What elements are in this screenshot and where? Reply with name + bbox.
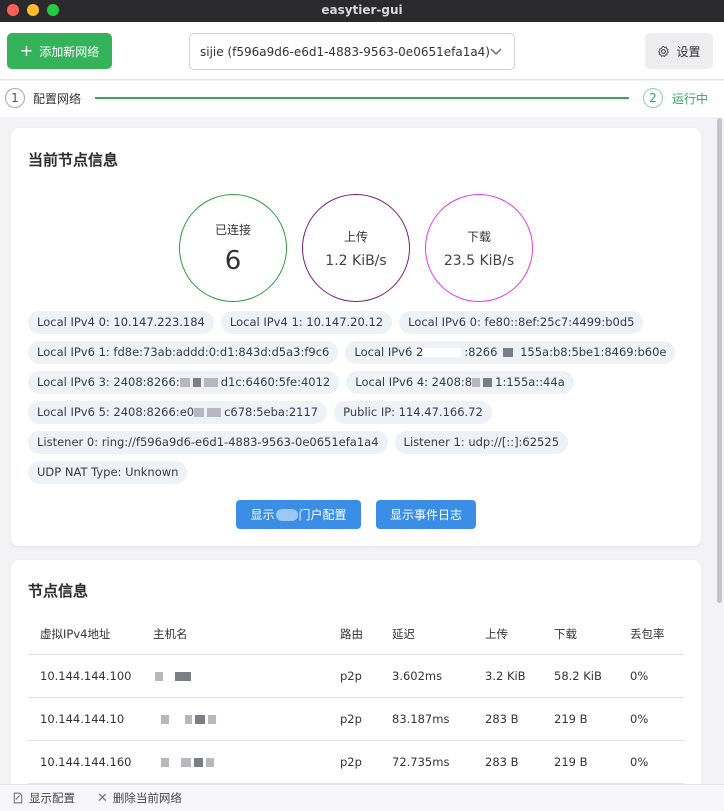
ip-chip: UDP NAT Type: Unknown [28, 461, 188, 484]
peers-table: 虚拟IPv4地址 主机名 路由 延迟 上传 下载 丢包率 10.144.144.… [28, 615, 684, 784]
ip-chip: Listener 1: udp://[::]:62525 [394, 431, 569, 454]
cell-upload: 283 B [473, 697, 542, 741]
cell-loss: 0% [618, 697, 684, 741]
node-addresses: Local IPv4 0: 10.147.223.184 Local IPv4 … [28, 311, 688, 484]
step-1-number: 1 [5, 88, 25, 108]
ip-chip: Local IPv6 5: 2408:8266:e0 c678:5eba:2117 [28, 401, 328, 424]
settings-label: 设置 [676, 44, 701, 59]
upload-value: 1.2 KiB/s [325, 252, 387, 269]
cell-download: 219 B [542, 740, 618, 784]
cell-latency: 72.735ms [380, 740, 473, 784]
close-icon: ✕ [97, 790, 108, 806]
peers-title: 节点信息 [28, 582, 89, 600]
step-1-label: 配置网络 [33, 92, 82, 106]
ip-chip: Local IPv6 4: 2408:8 1:155a::44a [346, 371, 574, 394]
gear-icon [658, 45, 670, 57]
ip-chip: Public IP: 114.47.166.72 [334, 401, 492, 424]
cell-hostname [141, 697, 328, 741]
step-2-number: 2 [643, 88, 663, 108]
node-info-card: 当前节点信息 已连接 6 上传 1.2 KiB/s 下载 23.5 KiB/s … [11, 128, 701, 546]
col-hostname: 主机名 [141, 615, 328, 655]
ip-chip: Local IPv6 3: 2408:8266: d1c:6460:5fe:401… [28, 371, 340, 394]
ip-chip-text: Local IPv6 5: 2408:8266:e0 [37, 405, 195, 419]
cell-route: p2p [328, 740, 380, 784]
ip-chip: Local IPv6 1: fd8e:73ab:addd:0:d1:843d:d… [28, 341, 339, 364]
cell-upload: 3.2 KiB [473, 654, 542, 698]
bottom-bar: 显示配置 ✕ 删除当前网络 [0, 784, 724, 811]
window-title: easytier-gui [321, 3, 403, 17]
cell-latency: 83.187ms [380, 697, 473, 741]
add-network-label: 添加新网络 [39, 44, 100, 59]
col-upload: 上传 [473, 615, 542, 655]
show-event-log-button[interactable]: 显示事件日志 [376, 500, 476, 529]
cell-hostname [141, 654, 328, 698]
add-network-button[interactable]: + 添加新网络 [7, 33, 112, 69]
cell-loss: 0% [618, 654, 684, 698]
ip-chip-fragment: d1c:6460:5fe:4012 [220, 375, 331, 389]
connected-label: 已连接 [214, 222, 251, 237]
toolbar: + 添加新网络 sijie (f596a9d6-e6d1-4883-9563-0… [0, 22, 724, 80]
cell-ip: 10.144.144.160 [28, 740, 141, 784]
cell-download: 58.2 KiB [542, 654, 618, 698]
table-header-row: 虚拟IPv4地址 主机名 路由 延迟 上传 下载 丢包率 [28, 615, 684, 655]
upload-stat: 上传 1.2 KiB/s [302, 194, 410, 302]
cell-ip: 10.144.144.100 [28, 654, 141, 698]
ip-chip-text: Local IPv6 3: 2408:8266: [37, 375, 180, 389]
show-portal-config-button[interactable]: 显示 门户配置 [236, 500, 361, 529]
ip-chip-fragment: 155a:b8:5be1:8469:b60e [520, 345, 667, 359]
file-icon [13, 792, 23, 804]
ip-chip-fragment: :8266 [464, 345, 498, 359]
ip-chip-text: Local IPv6 4: 2408:8 [355, 375, 473, 389]
ip-chip-fragment: 1:155a::44a [495, 375, 565, 389]
connected-stat: 已连接 6 [179, 194, 287, 302]
show-portal-label-b: 门户配置 [298, 508, 347, 522]
cell-latency: 3.602ms [380, 654, 473, 698]
table-row[interactable]: 10.144.144.160 p2p 72.735ms 283 B 219 B … [28, 740, 684, 784]
ip-chip: Local IPv6 2 :8266 155a:b8:5be1:8469:b60e [345, 341, 676, 364]
cell-download: 219 B [542, 697, 618, 741]
ip-chip: Local IPv4 1: 10.147.20.12 [220, 311, 393, 334]
settings-button[interactable]: 设置 [645, 33, 713, 69]
col-route: 路由 [328, 615, 380, 655]
delete-network-label: 删除当前网络 [112, 791, 182, 805]
col-virtual-ip: 虚拟IPv4地址 [28, 615, 141, 655]
show-config-label: 显示配置 [29, 791, 75, 805]
cell-hostname [141, 740, 328, 784]
node-info-title: 当前节点信息 [28, 151, 119, 169]
show-config-button[interactable]: 显示配置 [12, 790, 75, 806]
cell-loss: 0% [618, 740, 684, 784]
step-connector [95, 97, 629, 99]
show-portal-label-a: 显示 [250, 508, 275, 522]
connected-value: 6 [224, 245, 242, 276]
cell-route: p2p [328, 697, 380, 741]
cell-ip: 10.144.144.10 [28, 697, 141, 741]
step-2-label: 运行中 [672, 92, 709, 106]
download-value: 23.5 KiB/s [443, 252, 515, 269]
col-download: 下载 [542, 615, 618, 655]
ip-chip-text: Local IPv6 1: fd8e:73ab:addd:0:d1:843d:d… [37, 345, 330, 359]
col-loss: 丢包率 [618, 615, 684, 655]
delete-network-button[interactable]: ✕ 删除当前网络 [97, 790, 182, 806]
table-row[interactable]: 10.144.144.10 p2p 83.187ms 283 B 219 B 0… [28, 697, 684, 741]
ip-chip-fragment: c678:5eba:2117 [224, 405, 319, 419]
ip-chip-text: Local IPv6 2 [354, 345, 424, 359]
ip-chip: Listener 0: ring://f596a9d6-e6d1-4883-95… [28, 431, 388, 454]
col-latency: 延迟 [380, 615, 473, 655]
download-label: 下载 [466, 229, 491, 244]
ip-chip: Local IPv6 0: fe80::8ef:25c7:4499:b0d5 [399, 311, 644, 334]
upload-label: 上传 [343, 229, 368, 244]
network-select[interactable]: sijie (f596a9d6-e6d1-4883-9563-0e0651efa… [189, 33, 515, 70]
plus-icon: + [19, 41, 34, 60]
table-row[interactable]: 10.144.144.100 p2p 3.602ms 3.2 KiB 58.2 … [28, 654, 684, 698]
cell-route: p2p [328, 654, 380, 698]
ip-chip: Local IPv4 0: 10.147.223.184 [28, 311, 214, 334]
cell-upload: 283 B [473, 740, 542, 784]
window-titlebar: easytier-gui [0, 0, 724, 22]
stepper: 1 配置网络 2 运行中 [0, 81, 724, 117]
scrollbar-thumb[interactable] [717, 118, 722, 603]
chevron-down-icon [490, 48, 502, 55]
peers-card: 节点信息 虚拟IPv4地址 主机名 路由 延迟 上传 下载 丢包率 10.144… [11, 560, 701, 790]
download-stat: 下载 23.5 KiB/s [425, 194, 533, 302]
network-select-value: sijie (f596a9d6-e6d1-4883-9563-0e0651efa… [200, 44, 490, 59]
